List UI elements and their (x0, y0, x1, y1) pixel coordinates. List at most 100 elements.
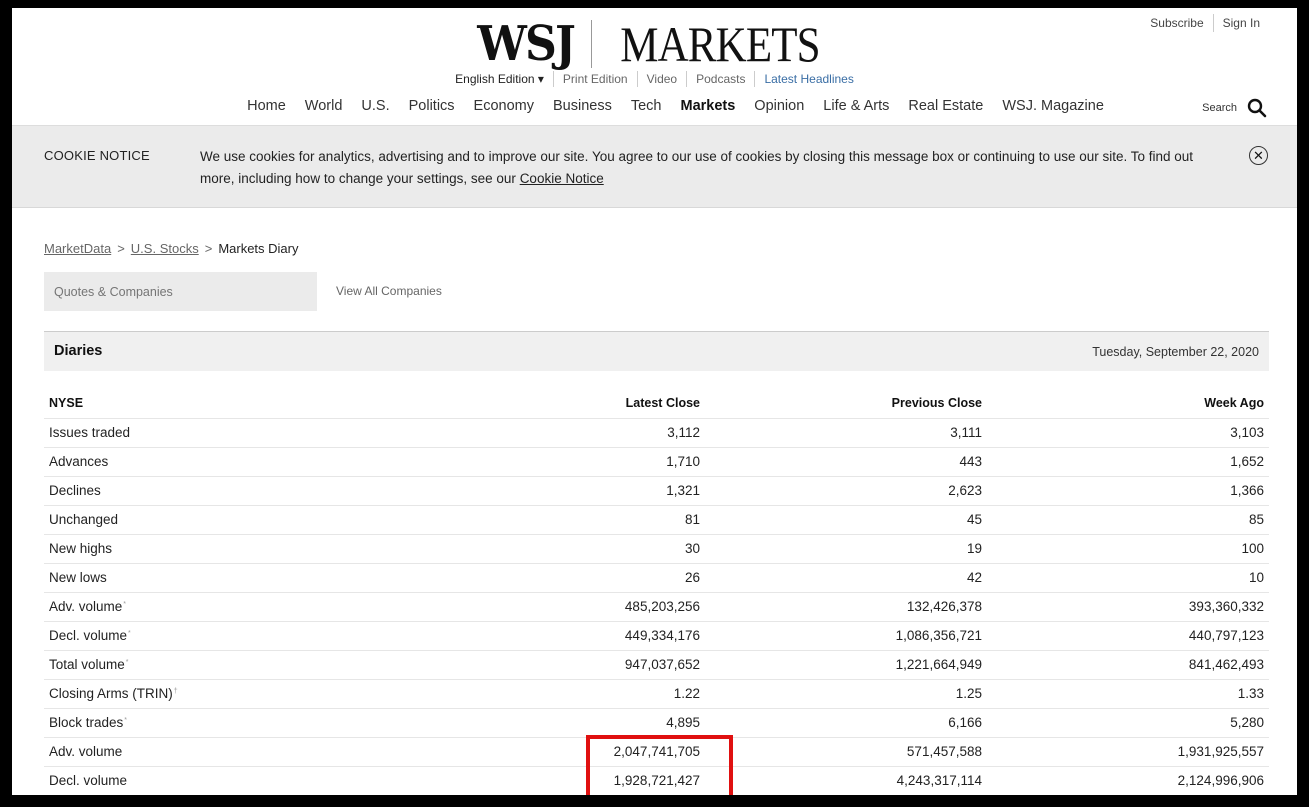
cell-week-ago: 3,103 (987, 418, 1269, 448)
nav-politics[interactable]: Politics (399, 98, 464, 114)
row-label-text: Adv. volume (49, 744, 123, 759)
search-icon (1247, 98, 1267, 118)
column-header-latest-close: Latest Close (294, 389, 705, 419)
nav-life-arts[interactable]: Life & Arts (814, 98, 899, 114)
footnote-marker: * (125, 658, 129, 666)
print-edition-link[interactable]: Print Edition (552, 71, 637, 87)
row-label: Adv. volume (44, 737, 294, 767)
row-label-text: Declines (49, 483, 101, 498)
nav-us[interactable]: U.S. (352, 98, 399, 114)
logo-markets: MARKETS (619, 16, 820, 72)
table-row: Block trades* 4,895 6,166 5,280 (44, 708, 1269, 738)
row-label: New lows (44, 563, 294, 593)
account-links: Subscribe Sign In (1141, 14, 1269, 32)
table-row: New highs 30 19 100 (44, 534, 1269, 564)
logo-wsj: WSJ (477, 16, 577, 72)
cell-week-ago: 1,931,925,557 (987, 737, 1269, 767)
nav-home[interactable]: Home (238, 98, 296, 114)
nav-world[interactable]: World (295, 98, 352, 114)
cell-previous-close: 3,111 (705, 418, 987, 448)
cell-week-ago: 1.33 (987, 679, 1269, 709)
breadcrumb-separator: > (204, 241, 213, 256)
row-label-text: Issues traded (49, 425, 131, 440)
english-edition-dropdown[interactable]: English Edition ▾ (446, 71, 553, 87)
breadcrumb-us-stocks[interactable]: U.S. Stocks (131, 241, 199, 256)
video-link[interactable]: Video (636, 71, 686, 87)
row-label-text: Decl. volume (49, 773, 128, 788)
table-body: Issues traded 3,112 3,111 3,103 Advances 1,71… (44, 418, 1269, 795)
nav-real-estate[interactable]: Real Estate (899, 98, 993, 114)
cell-previous-close: 45 (705, 505, 987, 535)
quotes-search-input[interactable] (44, 272, 317, 311)
row-label: Block trades* (44, 708, 294, 738)
cookie-notice-text: We use cookies for analytics, advertisin… (200, 146, 1230, 189)
header-search[interactable]: Search (1202, 98, 1267, 118)
cell-week-ago: 2,124,996,906 (987, 766, 1269, 795)
cell-latest-close: 485,203,256 (294, 592, 705, 622)
podcasts-link[interactable]: Podcasts (686, 71, 754, 87)
table-row: Unchanged 81 45 85 (44, 505, 1269, 535)
nav-tech[interactable]: Tech (621, 98, 671, 114)
footnote-marker: * (128, 629, 131, 637)
cell-previous-close: 19 (705, 534, 987, 564)
table-row: Issues traded 3,112 3,111 3,103 (44, 418, 1269, 448)
cell-week-ago: 100 (987, 534, 1269, 564)
close-icon[interactable]: ✕ (1249, 146, 1268, 165)
wsj-markets-logo[interactable]: WSJ MARKETS (12, 14, 1297, 74)
footnote-marker: † (173, 687, 178, 695)
row-label: Unchanged (44, 505, 294, 535)
column-header-exchange: NYSE (44, 389, 294, 419)
sign-in-link[interactable]: Sign In (1212, 14, 1269, 32)
nav-opinion[interactable]: Opinion (745, 98, 814, 114)
row-label: Total volume* (44, 650, 294, 680)
cell-week-ago: 10 (987, 563, 1269, 593)
table-row: Advances 1,710 443 1,652 (44, 447, 1269, 477)
breadcrumb: MarketData > U.S. Stocks > Markets Diary (44, 241, 299, 256)
nav-wsj-magazine[interactable]: WSJ. Magazine (993, 98, 1114, 114)
cell-latest-close: 1,928,721,427 (294, 766, 705, 795)
row-label: New highs (44, 534, 294, 564)
cell-previous-close: 42 (705, 563, 987, 593)
row-label: Adv. volume* (44, 592, 294, 622)
cell-week-ago: 1,652 (987, 447, 1269, 477)
table-row: Decl. volume 1,928,721,427 4,243,317,114 2,… (44, 766, 1269, 795)
cell-week-ago: 393,360,332 (987, 592, 1269, 622)
cell-latest-close: 3,112 (294, 418, 705, 448)
cell-latest-close: 449,334,176 (294, 621, 705, 651)
row-label: Declines (44, 476, 294, 506)
cell-latest-close: 4,895 (294, 708, 705, 738)
diaries-header: Diaries Tuesday, September 22, 2020 (44, 331, 1269, 371)
nav-business[interactable]: Business (544, 98, 622, 114)
cell-previous-close: 132,426,378 (705, 592, 987, 622)
cell-previous-close: 1,086,356,721 (705, 621, 987, 651)
view-all-companies-link[interactable]: View All Companies (336, 284, 442, 298)
table-header-row: NYSE Latest Close Previous Close Week Ag… (44, 389, 1269, 419)
row-label-text: Total volume (49, 657, 125, 672)
nav-markets[interactable]: Markets (671, 98, 745, 114)
table-row: New lows 26 42 10 (44, 563, 1269, 593)
cell-latest-close: 947,037,652 (294, 650, 705, 680)
cookie-notice-title: COOKIE NOTICE (44, 148, 150, 163)
row-label: Decl. volume (44, 766, 294, 795)
search-label: Search (1202, 102, 1237, 114)
row-label-text: New lows (49, 570, 107, 585)
cell-latest-close: 26 (294, 563, 705, 593)
breadcrumb-separator: > (117, 241, 125, 256)
breadcrumb-marketdata[interactable]: MarketData (44, 241, 111, 256)
editions-bar: English Edition ▾ Print Edition Video Po… (12, 71, 1297, 87)
cell-previous-close: 1.25 (705, 679, 987, 709)
row-label: Closing Arms (TRIN)† (44, 679, 294, 709)
subscribe-link[interactable]: Subscribe (1141, 14, 1212, 32)
cookie-notice-link[interactable]: Cookie Notice (520, 171, 604, 186)
cell-previous-close: 6,166 (705, 708, 987, 738)
cell-latest-close: 1.22 (294, 679, 705, 709)
browser-page: WSJ MARKETS Subscribe Sign In English Ed… (12, 8, 1297, 795)
cell-previous-close: 1,221,664,949 (705, 650, 987, 680)
table-row: Adv. volume* 485,203,256 132,426,378 393,36… (44, 592, 1269, 622)
row-label-text: New highs (49, 541, 113, 556)
latest-headlines-link[interactable]: Latest Headlines (754, 71, 862, 87)
nav-economy[interactable]: Economy (464, 98, 543, 114)
cookie-notice: COOKIE NOTICE We use cookies for analyti… (12, 126, 1297, 208)
row-label-text: Adv. volume (49, 599, 123, 614)
row-label: Advances (44, 447, 294, 477)
